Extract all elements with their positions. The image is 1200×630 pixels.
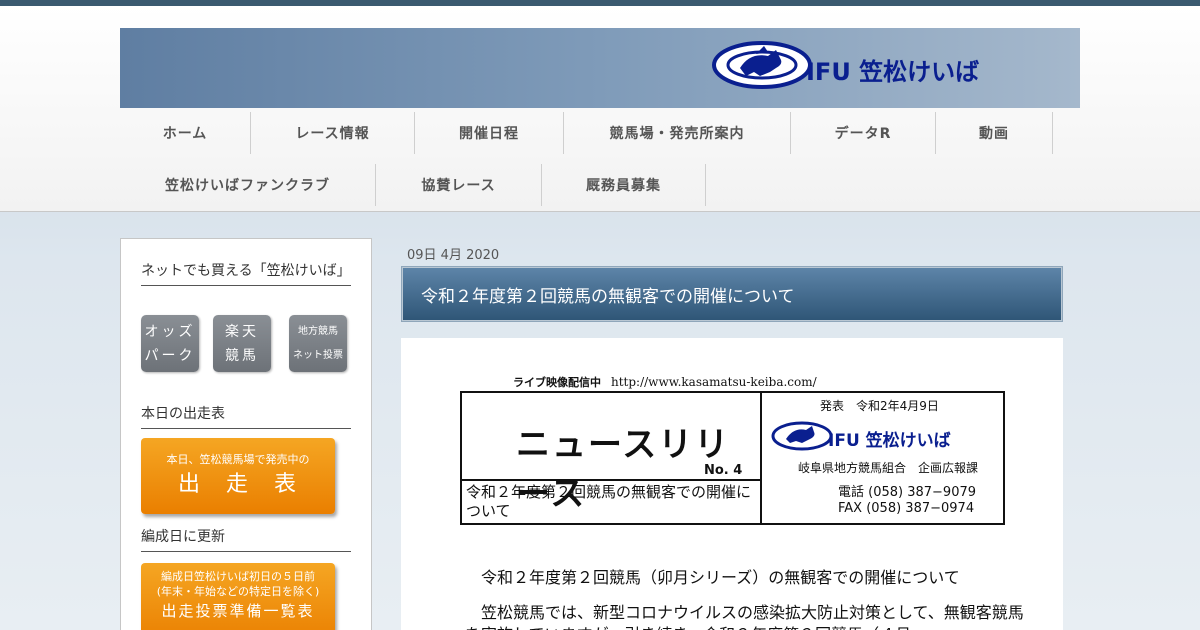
article-paragraph-text: 笠松競馬では、新型コロナウイルスの感染拡大防止対策として、無観客競馬を実施してい… [465, 603, 1024, 630]
nav-fan-club[interactable]: 笠松けいばファンクラブ [120, 164, 376, 206]
sidebar-update-title: 編成日に更新 [141, 527, 351, 552]
press-url: http://www.kasamatsu-keiba.com/ [611, 375, 817, 389]
press-fax: FAX (058) 387−0974 [838, 501, 975, 516]
nav-sponsor-race[interactable]: 協賛レース [376, 164, 542, 206]
rakuten-label-2: 競馬 [225, 347, 259, 364]
press-dept: 企画広報課 [918, 461, 979, 475]
press-org-name: 岐阜県地方競馬組合 [798, 461, 907, 475]
press-release-box: ニュースリリース No. 4 令和２年度第２回競馬の無観客での開催について 発表… [460, 391, 1005, 525]
sidebar: ネットでも買える「笠松けいば」 オッズ パーク 楽天 競馬 地方競馬 ネット投票… [120, 238, 372, 630]
article-body: ライブ映像配信中 http://www.kasamatsu-keiba.com/ … [401, 338, 1063, 630]
nav-video[interactable]: 動画 [936, 112, 1053, 154]
update-button-caption-1: 編成日笠松けいば初日の５日前 [161, 570, 315, 583]
press-release-right: 発表 令和2年4月9日 IFU 笠松けいば 岐阜県地方競馬組合 企画広報課 電話… [762, 393, 1003, 523]
nav-schedule[interactable]: 開催日程 [415, 112, 564, 154]
main-nav-row-2: 笠松けいばファンクラブ 協賛レース 厩務員募集 [120, 164, 706, 206]
article-heading: 令和２年度第２回競馬（卯月シリーズ）の無観客での開催について [481, 568, 960, 587]
post-title[interactable]: 令和２年度第２回競馬の無観客での開催について [401, 266, 1063, 322]
press-number: No. 4 [704, 463, 743, 478]
press-logo-text: IFU 笠松けいば [828, 430, 951, 451]
site-header: IFU 笠松けいば ホーム レース情報 開催日程 競馬場・発売所案内 データR … [0, 6, 1200, 212]
oddspark-label-2: パーク [144, 347, 196, 364]
nav-venue-guide[interactable]: 競馬場・発売所案内 [564, 112, 791, 154]
sidebar-net-title: ネットでも買える「笠松けいば」 [141, 261, 351, 286]
update-button-label: 出走投票準備一覧表 [161, 602, 315, 620]
press-url-line: ライブ映像配信中 http://www.kasamatsu-keiba.com/ [513, 374, 817, 390]
press-subject: 令和２年度第２回競馬の無観客での開催について [462, 479, 760, 521]
oddspark-button[interactable]: オッズ パーク [141, 315, 199, 372]
today-entries-button[interactable]: 本日、笠松競馬場で発売中の 出 走 表 [141, 438, 335, 514]
today-button-caption: 本日、笠松競馬場で発売中の [166, 453, 310, 466]
press-logo: IFU 笠松けいば [771, 421, 951, 451]
press-org: 岐阜県地方競馬組合 企画広報課 [798, 459, 978, 476]
nav-race-info[interactable]: レース情報 [251, 112, 415, 154]
entry-vote-list-button[interactable]: 編成日笠松けいば初日の５日前 (年末・年始などの特定日を除く) 出走投票準備一覧… [141, 563, 335, 630]
chiho-label-2: ネット投票 [293, 349, 343, 361]
gifu-kasamatsu-logo[interactable]: IFU 笠松けいば [710, 38, 1068, 94]
press-tel: 電話 (058) 387−9079 [838, 485, 977, 500]
update-button-caption-2: (年末・年始などの特定日を除く) [156, 585, 320, 598]
post-date: 09日 4月 2020 [407, 248, 500, 263]
nav-data-r[interactable]: データR [791, 112, 936, 154]
main-nav-row-1: ホーム レース情報 開催日程 競馬場・発売所案内 データR 動画 [120, 112, 1053, 154]
press-release-left: ニュースリリース No. 4 令和２年度第２回競馬の無観客での開催について [462, 393, 762, 523]
live-stream-label: ライブ映像配信中 [513, 376, 601, 389]
nav-stable-staff-recruit[interactable]: 厩務員募集 [542, 164, 706, 206]
chiho-keiba-net-button[interactable]: 地方競馬 ネット投票 [289, 315, 347, 372]
article-paragraph: 笠松競馬では、新型コロナウイルスの感染拡大防止対策として、無観客競馬を実施してい… [465, 602, 1025, 630]
logo-text: IFU 笠松けいば [806, 58, 979, 86]
chiho-label-1: 地方競馬 [298, 325, 338, 337]
header-banner: IFU 笠松けいば [120, 28, 1080, 108]
oddspark-label-1: オッズ [144, 323, 196, 340]
today-button-label: 出 走 表 [177, 472, 298, 497]
nav-home[interactable]: ホーム [120, 112, 251, 154]
rakuten-keiba-button[interactable]: 楽天 競馬 [213, 315, 271, 372]
press-announce-date: 発表 令和2年4月9日 [820, 399, 939, 413]
rakuten-label-1: 楽天 [225, 323, 259, 340]
sidebar-today-title: 本日の出走表 [141, 404, 351, 429]
